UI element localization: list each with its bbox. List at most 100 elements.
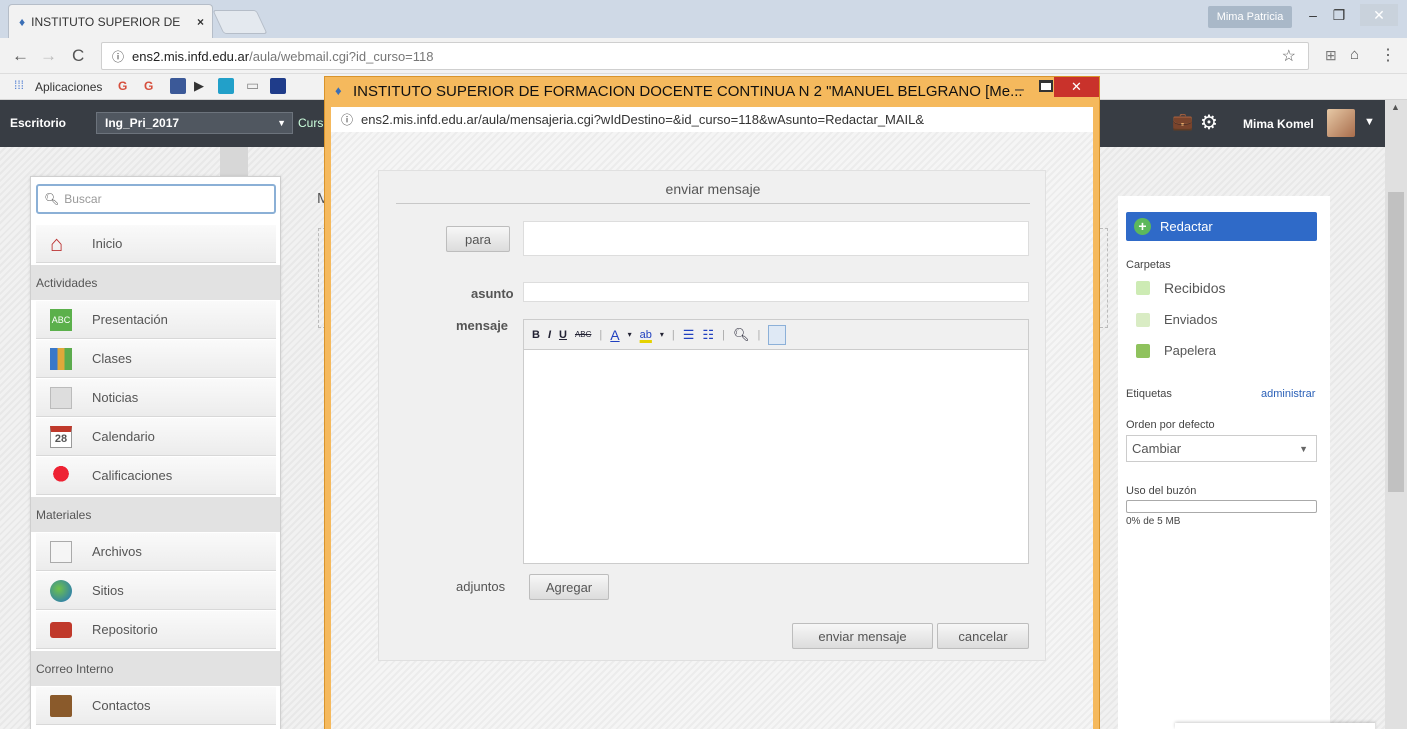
folder-label: Papelera	[1164, 343, 1217, 358]
sidebar-item-label: Contactos	[92, 698, 151, 713]
sidebar-item-sitios[interactable]: Sitios	[36, 572, 276, 610]
sidebar-item-noticias[interactable]: Noticias	[36, 379, 276, 417]
course-select[interactable]: Ing_Pri_2017 ▼	[96, 112, 293, 134]
popup-minimize-icon[interactable]: –	[1015, 81, 1024, 99]
reload-icon[interactable]: C	[72, 46, 84, 66]
trash-icon	[1136, 343, 1150, 358]
extension-bag-icon[interactable]: ⌂	[1350, 46, 1359, 63]
play-bookmark-icon[interactable]: ▶	[194, 78, 204, 94]
browser-tab[interactable]: ♦ INSTITUTO SUPERIOR DE ×	[8, 4, 213, 38]
section-mail: Correo Interno	[31, 651, 280, 686]
tab-close-icon[interactable]: ×	[197, 15, 204, 29]
google-bookmark-icon[interactable]: G	[144, 79, 153, 93]
folder-enviados[interactable]: Enviados	[1136, 312, 1217, 327]
popup-title: INSTITUTO SUPERIOR DE FORMACION DOCENTE …	[353, 83, 1023, 100]
new-tab-button[interactable]	[212, 10, 268, 34]
sidebar-item-presentacion[interactable]: ABC Presentación	[36, 301, 276, 339]
course-tab[interactable]: Curs	[298, 116, 323, 130]
numbered-list-icon[interactable]: ☷	[702, 327, 714, 343]
newspaper-icon	[50, 387, 72, 409]
bold-button[interactable]: B	[532, 329, 540, 341]
toolbar-separator: |	[757, 328, 761, 341]
back-icon[interactable]: ←	[12, 46, 29, 66]
tab-favicon-icon: ♦	[19, 14, 26, 29]
browser-tab-bar: ♦ INSTITUTO SUPERIOR DE × Mima Patricia …	[0, 0, 1407, 38]
usage-bar	[1126, 500, 1317, 513]
search-input[interactable]: 🔍︎ Buscar	[36, 184, 276, 214]
toolbar-toggle-icon[interactable]	[768, 324, 787, 345]
chevron-down-icon[interactable]: ▾	[660, 330, 664, 339]
briefcase-icon[interactable]: 💼	[1172, 112, 1193, 132]
sidebar: 🔍︎ Buscar ⌂ Inicio Actividades ABC Prese…	[30, 176, 281, 729]
extension-icon[interactable]: ⊞	[1325, 47, 1337, 64]
gear-icon[interactable]: ⚙	[1200, 110, 1218, 135]
popup-close-icon[interactable]: ✕	[1054, 77, 1099, 97]
send-message-button[interactable]: enviar mensaje	[792, 623, 933, 649]
restore-window-icon[interactable]: ❐	[1326, 4, 1352, 26]
address-bar[interactable]: ⓘ ens2.mis.infd.edu.ar /aula/webmail.cgi…	[101, 42, 1309, 70]
chevron-down-icon[interactable]: ▾	[628, 330, 632, 339]
to-button[interactable]: para	[446, 226, 510, 252]
form-title: enviar mensaje	[665, 181, 761, 197]
popup-maximize-icon[interactable]	[1039, 80, 1053, 92]
strikethrough-button[interactable]: ABC	[575, 330, 591, 339]
search-icon: 🔍︎	[44, 192, 60, 206]
google-bookmark-icon[interactable]: G	[118, 79, 127, 93]
folder-papelera[interactable]: Papelera	[1136, 343, 1216, 358]
compose-button[interactable]: + Redactar	[1126, 212, 1317, 241]
to-field[interactable]	[523, 221, 1029, 256]
sidebar-item-inicio[interactable]: ⌂ Inicio	[36, 225, 276, 263]
scrollbar-thumb[interactable]	[1388, 192, 1404, 492]
abc-icon: ABC	[50, 309, 72, 331]
avatar[interactable]	[1327, 109, 1355, 137]
popup-address-bar[interactable]: ⓘ ens2.mis.infd.edu.ar/aula/mensajeria.c…	[331, 107, 1093, 132]
sidebar-item-archivos[interactable]: Archivos	[36, 533, 276, 571]
menu-icon[interactable]: ⋮	[1380, 45, 1396, 65]
close-window-icon[interactable]: ✕	[1360, 4, 1398, 26]
scroll-up-icon[interactable]: ▲	[1391, 102, 1400, 112]
toolbar-separator: |	[722, 328, 725, 341]
compose-button-label: Redactar	[1160, 219, 1213, 234]
forward-icon[interactable]: →	[40, 46, 57, 66]
comment-bookmark-icon[interactable]: ▭	[246, 77, 259, 94]
user-name[interactable]: Mima Komel	[1243, 117, 1314, 131]
section-materials: Materiales	[31, 497, 280, 532]
p-bookmark-icon[interactable]	[218, 78, 234, 94]
highlight-color-button[interactable]: ab	[640, 329, 652, 341]
globe-icon	[50, 580, 72, 602]
preview-icon[interactable]: 🔍︎	[733, 327, 750, 343]
add-attachment-button[interactable]: Agregar	[529, 574, 609, 600]
page-scrollbar[interactable]: ▲	[1385, 100, 1407, 729]
message-editor[interactable]	[523, 349, 1029, 564]
folder-recibidos[interactable]: Recibidos	[1136, 280, 1225, 296]
subject-field[interactable]	[523, 282, 1029, 302]
labels-manage-link[interactable]: administrar	[1261, 388, 1315, 400]
sidebar-item-label: Archivos	[92, 544, 142, 559]
order-select[interactable]: Cambiar ▼	[1126, 435, 1317, 462]
section-activities: Actividades	[31, 265, 280, 300]
sidebar-item-repositorio[interactable]: Repositorio	[36, 611, 276, 649]
sidebar-item-label: Calendario	[92, 429, 155, 444]
bookmark-star-icon[interactable]: ☆	[1282, 46, 1296, 66]
text-color-button[interactable]: A	[610, 327, 619, 343]
facebook-bookmark-icon[interactable]	[170, 78, 186, 94]
plus-icon: +	[1134, 218, 1151, 235]
sidebar-item-clases[interactable]: Clases	[36, 340, 276, 378]
sidebar-item-calendario[interactable]: 28 Calendario	[36, 418, 276, 456]
apps-grid-icon: ⁞⁞⁞	[14, 78, 25, 92]
search-placeholder: Buscar	[64, 192, 102, 206]
cancel-button[interactable]: cancelar	[937, 623, 1029, 649]
apps-bookmark[interactable]: Aplicaciones	[35, 80, 102, 94]
desk-link[interactable]: Escritorio	[10, 116, 66, 130]
sidebar-item-calificaciones[interactable]: Calificaciones	[36, 457, 276, 495]
minimize-window-icon[interactable]: –	[1300, 4, 1326, 26]
attachments-label: adjuntos	[456, 579, 506, 594]
sidebar-item-contactos[interactable]: Contactos	[36, 687, 276, 725]
underline-button[interactable]: U	[559, 329, 567, 341]
italic-button[interactable]: I	[548, 329, 551, 341]
bookmark-icon[interactable]	[270, 78, 286, 94]
chevron-down-icon: ▼	[277, 118, 286, 128]
user-menu-chevron-icon[interactable]: ▼	[1364, 116, 1375, 128]
bullet-list-icon[interactable]: ☰	[683, 327, 695, 343]
profile-chip[interactable]: Mima Patricia	[1208, 6, 1292, 28]
